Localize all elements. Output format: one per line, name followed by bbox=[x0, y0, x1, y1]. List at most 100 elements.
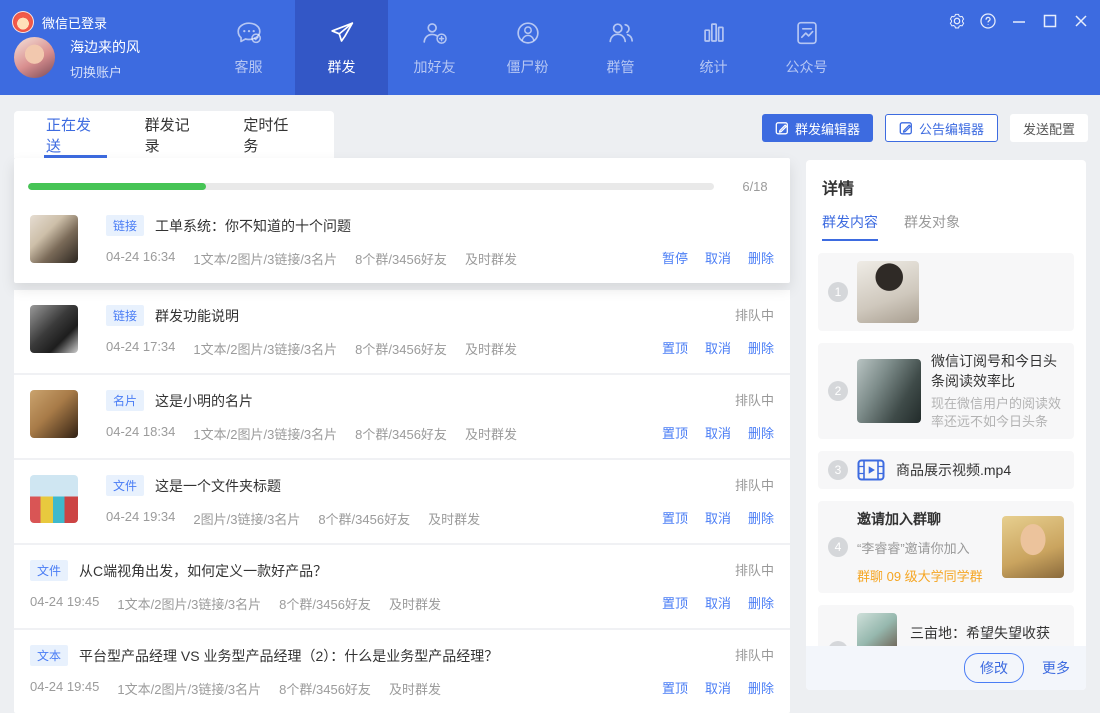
more-link[interactable]: 更多 bbox=[1042, 658, 1070, 678]
window-controls bbox=[947, 11, 1090, 30]
official-account-icon bbox=[792, 18, 822, 48]
item-number-badge: 1 bbox=[828, 282, 848, 302]
nav-item-customer-service[interactable]: 客服 bbox=[202, 0, 295, 95]
message-title: 这是小明的名片 bbox=[155, 391, 253, 411]
nav-item-group-manage[interactable]: 群管 bbox=[574, 0, 667, 95]
modify-button[interactable]: 修改 bbox=[964, 653, 1024, 683]
pin-action[interactable]: 置顶 bbox=[662, 593, 688, 612]
detail-panel: 详情 群发内容 群发对象 1 2 微信订阅号和今日头条阅读效率比 现在微信用户的… bbox=[806, 160, 1086, 690]
login-status-text: 微信已登录 bbox=[42, 13, 107, 32]
edit-icon bbox=[775, 121, 789, 135]
message-counts: 1文本/2图片/3链接/3名片 bbox=[117, 594, 261, 613]
tab-mass-targets[interactable]: 群发对象 bbox=[904, 212, 960, 241]
tab-scheduled-tasks[interactable]: 定时任务 bbox=[243, 111, 302, 158]
mass-editor-label: 群发编辑器 bbox=[795, 119, 860, 138]
queue-status: 排队中 bbox=[735, 645, 774, 664]
message-time: 04-24 19:45 bbox=[30, 594, 99, 613]
cancel-action[interactable]: 取消 bbox=[705, 678, 731, 697]
nav-label: 公众号 bbox=[786, 57, 828, 77]
user-block: 海边来的风 切换账户 bbox=[14, 37, 140, 81]
announcement-editor-button[interactable]: 公告编辑器 bbox=[885, 114, 998, 142]
user-avatar bbox=[14, 37, 55, 78]
cancel-action[interactable]: 取消 bbox=[705, 593, 731, 612]
nav-item-statistics[interactable]: 统计 bbox=[667, 0, 760, 95]
message-counts: 1文本/2图片/3链接/3名片 bbox=[193, 249, 337, 268]
nav-item-mass-send[interactable]: 群发 bbox=[295, 0, 388, 95]
queue-item: 名片 这是小明的名片 04-24 18:34 1文本/2图片/3链接/3名片 8… bbox=[14, 373, 790, 458]
tab-send-history[interactable]: 群发记录 bbox=[145, 111, 204, 158]
progress-label: 6/18 bbox=[734, 179, 776, 194]
message-time: 04-24 19:34 bbox=[106, 509, 175, 528]
video-file-icon bbox=[857, 459, 885, 481]
delete-action[interactable]: 删除 bbox=[748, 248, 774, 267]
message-type-tag: 文本 bbox=[30, 645, 68, 666]
pin-action[interactable]: 置顶 bbox=[662, 338, 688, 357]
progress-fill bbox=[28, 183, 206, 190]
login-status: 微信已登录 bbox=[12, 11, 107, 33]
message-type-tag: 链接 bbox=[106, 215, 144, 236]
toolbar: 群发编辑器 公告编辑器 发送配置 bbox=[762, 114, 1088, 142]
minimize-icon[interactable] bbox=[1009, 11, 1028, 30]
message-thumbnail bbox=[30, 475, 78, 523]
item-number-badge: 4 bbox=[828, 537, 848, 557]
nav-label: 群发 bbox=[328, 57, 356, 77]
delete-action[interactable]: 删除 bbox=[748, 423, 774, 442]
message-thumbnail bbox=[30, 305, 78, 353]
nav-label: 僵尸粉 bbox=[507, 57, 549, 77]
message-audience: 8个群/3456好友 bbox=[318, 509, 410, 528]
pin-action[interactable]: 置顶 bbox=[662, 423, 688, 442]
group-manage-icon bbox=[606, 18, 636, 48]
nav-item-zombie-fans[interactable]: 僵尸粉 bbox=[481, 0, 574, 95]
message-title: 从C端视角出发，如何定义一款好产品？ bbox=[79, 561, 327, 581]
message-title: 这是一个文件夹标题 bbox=[155, 476, 281, 496]
video-filename: 商品展示视频.mp4 bbox=[896, 460, 1011, 480]
nav-label: 群管 bbox=[607, 57, 635, 77]
switch-account-link[interactable]: 切换账户 bbox=[70, 62, 140, 81]
announcement-editor-label: 公告编辑器 bbox=[919, 119, 984, 138]
nav-label: 统计 bbox=[700, 57, 728, 77]
queue-status: 排队中 bbox=[735, 560, 774, 579]
cancel-action[interactable]: 取消 bbox=[705, 423, 731, 442]
settings-gear-icon[interactable] bbox=[947, 11, 966, 30]
invite-group-name: 群聊 09 级大学同学群 bbox=[857, 566, 994, 585]
queue-item: 文件 这是一个文件夹标题 04-24 19:34 2图片/3链接/3名片 8个群… bbox=[14, 458, 790, 543]
chat-service-icon bbox=[234, 18, 264, 48]
help-icon[interactable] bbox=[978, 11, 997, 30]
maximize-icon[interactable] bbox=[1040, 11, 1059, 30]
pause-action[interactable]: 暂停 bbox=[662, 248, 688, 267]
tab-mass-content[interactable]: 群发内容 bbox=[822, 212, 878, 241]
pin-action[interactable]: 置顶 bbox=[662, 678, 688, 697]
delete-action[interactable]: 删除 bbox=[748, 678, 774, 697]
pin-action[interactable]: 置顶 bbox=[662, 508, 688, 527]
queue-tabbar: 正在发送 群发记录 定时任务 bbox=[14, 111, 334, 158]
cancel-action[interactable]: 取消 bbox=[705, 248, 731, 267]
message-time: 04-24 17:34 bbox=[106, 339, 175, 358]
cancel-action[interactable]: 取消 bbox=[705, 338, 731, 357]
content-item-video: 3 商品展示视频.mp4 bbox=[818, 451, 1074, 489]
detail-footer: 修改 更多 bbox=[806, 646, 1086, 690]
message-audience: 8个群/3456好友 bbox=[355, 249, 447, 268]
mass-editor-button[interactable]: 群发编辑器 bbox=[762, 114, 873, 142]
message-mode: 及时群发 bbox=[465, 249, 517, 268]
nav-item-official-account[interactable]: 公众号 bbox=[760, 0, 853, 95]
message-audience: 8个群/3456好友 bbox=[279, 679, 371, 698]
queue-item: 链接 群发功能说明 04-24 17:34 1文本/2图片/3链接/3名片 8个… bbox=[14, 290, 790, 373]
add-friend-icon bbox=[420, 18, 450, 48]
send-config-button[interactable]: 发送配置 bbox=[1010, 114, 1088, 142]
tab-sending[interactable]: 正在发送 bbox=[46, 111, 105, 158]
queue-status: 排队中 bbox=[735, 475, 774, 494]
delete-action[interactable]: 删除 bbox=[748, 593, 774, 612]
message-mode: 及时群发 bbox=[428, 509, 480, 528]
close-icon[interactable] bbox=[1071, 11, 1090, 30]
nav-item-add-friend[interactable]: 加好友 bbox=[388, 0, 481, 95]
delete-action[interactable]: 删除 bbox=[748, 508, 774, 527]
delete-action[interactable]: 删除 bbox=[748, 338, 774, 357]
nav-label: 加好友 bbox=[414, 57, 456, 77]
message-mode: 及时群发 bbox=[389, 594, 441, 613]
edit-icon bbox=[899, 121, 913, 135]
content-link-title: 微信订阅号和今日头条阅读效率比 bbox=[931, 351, 1064, 392]
detail-title: 详情 bbox=[822, 175, 1070, 199]
cancel-action[interactable]: 取消 bbox=[705, 508, 731, 527]
progress-bar bbox=[28, 183, 714, 190]
message-mode: 及时群发 bbox=[465, 339, 517, 358]
